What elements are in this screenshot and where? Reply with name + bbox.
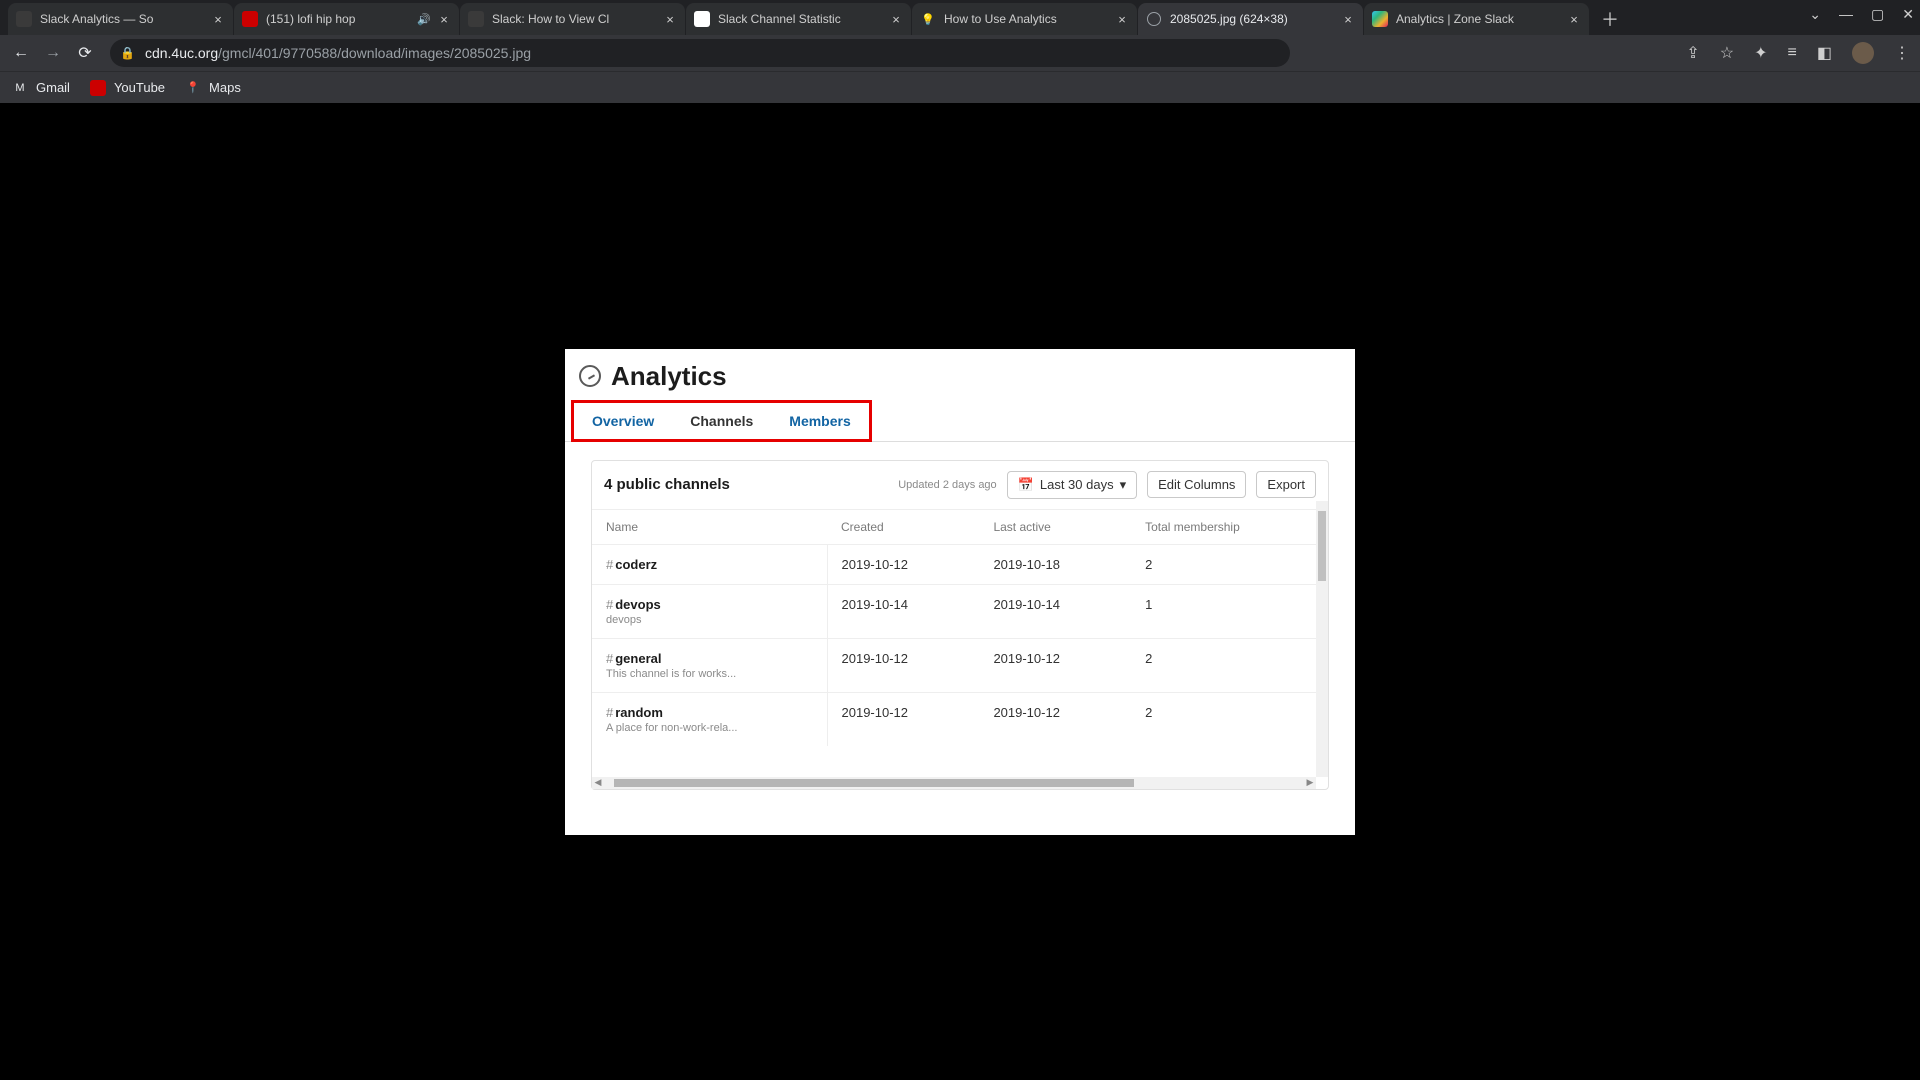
table-row[interactable]: #general This channel is for works... 20… <box>592 638 1328 692</box>
date-range-button[interactable]: 📅 Last 30 days ▾ <box>1007 471 1137 499</box>
analytics-panel-image: Analytics Overview Channels Members 4 pu… <box>565 349 1355 835</box>
bookmark-label: Gmail <box>36 80 70 95</box>
browser-toolbar: ← → ⟳ 🔒 cdn.4uc.org/gmcl/401/9770588/dow… <box>0 35 1920 71</box>
new-tab-button[interactable]: ＋ <box>1596 5 1624 33</box>
scrollbar-thumb[interactable] <box>614 779 1134 787</box>
col-total[interactable]: Total membership <box>1131 509 1328 544</box>
url-host: cdn.4uc.org <box>145 45 218 61</box>
close-icon[interactable]: × <box>1567 12 1581 26</box>
kebab-menu-icon[interactable]: ⋮ <box>1894 43 1910 63</box>
minimize-icon[interactable]: — <box>1839 6 1853 23</box>
favicon-icon <box>1372 11 1388 27</box>
tab-search-icon[interactable]: ⌄ <box>1809 6 1821 23</box>
channels-table: Name Created Last active Total membershi… <box>592 509 1328 746</box>
back-button[interactable]: ← <box>10 44 32 62</box>
close-icon[interactable]: × <box>211 12 225 26</box>
table-row[interactable]: #coderz 2019-10-12 2019-10-18 2 <box>592 544 1328 584</box>
table-row[interactable]: #devops devops 2019-10-14 2019-10-14 1 <box>592 584 1328 638</box>
bookmark-label: YouTube <box>114 80 165 95</box>
table-row[interactable]: #random A place for non-work-rela... 201… <box>592 692 1328 746</box>
browser-tab[interactable]: Slack Analytics — So × <box>8 3 233 35</box>
profile-avatar[interactable] <box>1852 42 1874 64</box>
horizontal-scrollbar[interactable]: ◀ ▶ <box>592 777 1316 789</box>
favicon-icon <box>694 11 710 27</box>
forward-button[interactable]: → <box>42 44 64 62</box>
vertical-scrollbar[interactable] <box>1316 501 1328 777</box>
tab-title: Analytics | Zone Slack <box>1396 12 1561 26</box>
bookmark-youtube[interactable]: YouTube <box>90 80 165 96</box>
analytics-tabs: Overview Channels Members <box>565 400 1355 442</box>
browser-tab[interactable]: Slack: How to View Cl × <box>460 3 685 35</box>
extensions-icon[interactable]: ✦ <box>1754 43 1767 63</box>
gauge-icon <box>579 365 601 387</box>
close-icon[interactable]: × <box>1115 12 1129 26</box>
close-icon[interactable]: × <box>663 12 677 26</box>
favicon-icon <box>468 11 484 27</box>
tabs-highlight-box: Overview Channels Members <box>571 400 872 442</box>
bookmark-maps[interactable]: 📍 Maps <box>185 80 241 96</box>
browser-tab-active[interactable]: 2085025.jpg (624×38) × <box>1138 3 1363 35</box>
date-range-label: Last 30 days <box>1040 477 1114 492</box>
table-header-row: Name Created Last active Total membershi… <box>592 509 1328 544</box>
tab-title: How to Use Analytics <box>944 12 1109 26</box>
bookmarks-bar: M Gmail YouTube 📍 Maps <box>0 71 1920 103</box>
tab-title: Slack: How to View Cl <box>492 12 657 26</box>
window-controls: ⌄ — ▢ ✕ <box>1809 6 1914 23</box>
favicon-icon: 💡 <box>920 11 936 27</box>
window-close-icon[interactable]: ✕ <box>1902 6 1914 23</box>
browser-tab[interactable]: (151) lofi hip hop 🔊 × <box>234 3 459 35</box>
close-icon[interactable]: × <box>889 12 903 26</box>
col-created[interactable]: Created <box>827 509 979 544</box>
tab-title: Slack Channel Statistic <box>718 12 883 26</box>
audio-icon[interactable]: 🔊 <box>417 13 431 26</box>
scroll-left-icon[interactable]: ◀ <box>592 777 604 788</box>
tab-title: (151) lofi hip hop <box>266 12 411 26</box>
maps-icon: 📍 <box>185 80 201 96</box>
close-icon[interactable]: × <box>1341 12 1355 26</box>
youtube-icon <box>90 80 106 96</box>
reload-button[interactable]: ⟳ <box>74 43 96 63</box>
updated-label: Updated 2 days ago <box>898 479 996 491</box>
chevron-down-icon: ▾ <box>1120 477 1127 493</box>
lock-icon: 🔒 <box>120 46 135 60</box>
scroll-right-icon[interactable]: ▶ <box>1304 777 1316 788</box>
side-panel-icon[interactable]: ◧ <box>1817 43 1832 63</box>
browser-tab[interactable]: 💡 How to Use Analytics × <box>912 3 1137 35</box>
page-viewport: Analytics Overview Channels Members 4 pu… <box>0 103 1920 1080</box>
bookmark-label: Maps <box>209 80 241 95</box>
page-title: Analytics <box>611 361 727 392</box>
browser-tabstrip: Slack Analytics — So × (151) lofi hip ho… <box>0 0 1920 35</box>
export-button[interactable]: Export <box>1256 471 1316 498</box>
favicon-icon <box>16 11 32 27</box>
tab-members[interactable]: Members <box>771 403 868 439</box>
close-icon[interactable]: × <box>437 12 451 26</box>
tab-overview[interactable]: Overview <box>574 403 672 439</box>
browser-tab[interactable]: Analytics | Zone Slack × <box>1364 3 1589 35</box>
bookmark-gmail[interactable]: M Gmail <box>12 80 70 96</box>
favicon-icon <box>1146 11 1162 27</box>
tab-title: 2085025.jpg (624×38) <box>1170 12 1335 26</box>
scrollbar-thumb[interactable] <box>1318 511 1326 581</box>
bookmark-star-icon[interactable]: ☆ <box>1720 43 1734 63</box>
calendar-icon: 📅 <box>1018 477 1034 493</box>
tab-channels[interactable]: Channels <box>672 403 771 439</box>
favicon-icon <box>242 11 258 27</box>
tab-title: Slack Analytics — So <box>40 12 205 26</box>
browser-tab[interactable]: Slack Channel Statistic × <box>686 3 911 35</box>
share-icon[interactable]: ⇪ <box>1686 43 1699 63</box>
gmail-icon: M <box>12 80 28 96</box>
channel-count-label: 4 public channels <box>604 476 730 493</box>
reading-list-icon[interactable]: ≡ <box>1788 44 1797 62</box>
col-name[interactable]: Name <box>592 509 827 544</box>
channels-card: 4 public channels Updated 2 days ago 📅 L… <box>591 460 1329 790</box>
url-path: /gmcl/401/9770588/download/images/208502… <box>218 45 531 61</box>
maximize-icon[interactable]: ▢ <box>1871 6 1884 23</box>
address-bar[interactable]: 🔒 cdn.4uc.org/gmcl/401/9770588/download/… <box>110 39 1290 67</box>
col-last-active[interactable]: Last active <box>979 509 1131 544</box>
edit-columns-button[interactable]: Edit Columns <box>1147 471 1246 498</box>
